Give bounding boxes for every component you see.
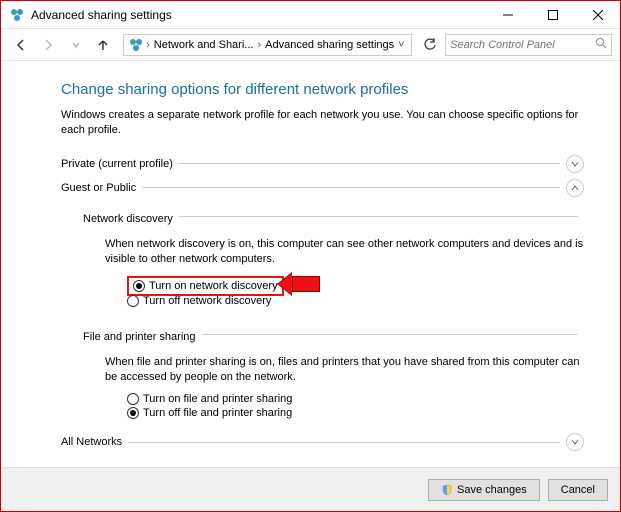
highlight-annotation: Turn on network discovery [127,276,284,296]
search-icon[interactable] [595,37,607,52]
radio-label: Turn on file and printer sharing [143,393,292,405]
maximize-button[interactable] [530,1,575,29]
divider [142,187,560,188]
chevron-right-icon[interactable]: › [144,39,152,51]
radio-label: Turn on network discovery [149,280,278,292]
shield-icon [441,484,453,496]
recent-locations-button[interactable] [64,33,88,57]
divider [202,334,578,335]
chevron-up-icon[interactable] [566,179,584,197]
section-private[interactable]: Private (current profile) [61,155,584,173]
radio-network-discovery-off[interactable] [127,295,139,307]
breadcrumb-item[interactable]: Advanced sharing settings [263,39,396,51]
breadcrumb-item[interactable]: Network and Shari... [152,39,256,51]
breadcrumb-icon [128,37,144,53]
cancel-button[interactable]: Cancel [548,479,608,501]
section-label: All Networks [61,436,122,448]
section-guest-public[interactable]: Guest or Public [61,179,584,197]
section-label: Guest or Public [61,182,136,194]
subsection-desc: When network discovery is on, this compu… [105,237,584,268]
up-button[interactable] [92,33,116,57]
refresh-button[interactable] [420,34,442,56]
radio-network-discovery-on[interactable] [133,280,145,292]
chevron-down-icon[interactable] [566,155,584,173]
radio-file-printer-off[interactable] [127,407,139,419]
subsection-desc: When file and printer sharing is on, fil… [105,355,584,386]
subsection-network-discovery: Network discovery [83,203,584,231]
back-button[interactable] [9,33,33,57]
search-input[interactable] [450,39,595,51]
arrow-annotation [292,276,320,295]
subsection-label: Network discovery [83,213,173,225]
toolbar: › Network and Shari... › Advanced sharin… [1,29,620,61]
section-all-networks[interactable]: All Networks [61,433,584,451]
page-heading: Change sharing options for different net… [61,81,584,98]
titlebar: Advanced sharing settings [1,1,620,29]
subsection-label: File and printer sharing [83,331,196,343]
radio-file-printer-on[interactable] [127,393,139,405]
chevron-right-icon[interactable]: › [255,39,263,51]
content-area: Change sharing options for different net… [1,61,620,461]
divider [128,442,560,443]
minimize-button[interactable] [485,1,530,29]
page-description: Windows creates a separate network profi… [61,108,584,139]
divider [179,216,578,217]
chevron-down-icon[interactable]: ˅ [396,39,406,51]
divider [179,163,560,164]
forward-button[interactable] [37,33,61,57]
section-label: Private (current profile) [61,158,173,170]
app-icon [9,7,25,23]
footer: Save changes Cancel [1,467,620,511]
subsection-file-printer: File and printer sharing [83,321,584,349]
cancel-button-label: Cancel [561,484,595,496]
window-title: Advanced sharing settings [31,8,172,22]
breadcrumb[interactable]: › Network and Shari... › Advanced sharin… [123,34,411,56]
radio-label: Turn off file and printer sharing [143,407,292,419]
save-button[interactable]: Save changes [428,479,540,501]
chevron-down-icon[interactable] [566,433,584,451]
search-box[interactable] [445,34,612,56]
close-button[interactable] [575,1,620,29]
radio-label: Turn off network discovery [143,295,271,307]
save-button-label: Save changes [457,484,527,496]
